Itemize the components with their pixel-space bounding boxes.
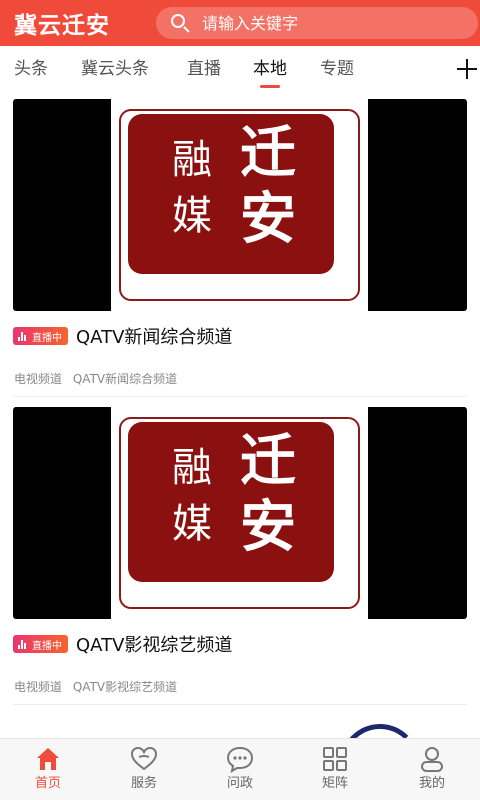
live-bars-icon	[18, 331, 28, 341]
thumbnail-fragment	[340, 724, 420, 738]
logo-char: 媒	[172, 501, 212, 547]
nav-mine[interactable]: 我的	[402, 739, 462, 800]
tab-local[interactable]: 本地	[253, 46, 287, 92]
card-meta: 电视频道 QATV新闻综合频道	[14, 370, 177, 387]
next-card-partial[interactable]	[0, 704, 480, 738]
nav-label: 我的	[418, 776, 445, 791]
user-icon	[418, 745, 446, 773]
logo-char: 安	[240, 495, 296, 560]
plus-icon[interactable]	[456, 58, 478, 80]
live-badge: 直播中	[13, 635, 68, 653]
logo-char: 迁	[240, 429, 296, 494]
tab-topics[interactable]: 专题	[320, 46, 354, 92]
card-title[interactable]: QATV新闻综合频道	[76, 323, 232, 349]
divider	[13, 396, 467, 397]
nav-home[interactable]: 首页	[18, 739, 78, 800]
card-category: 电视频道	[14, 680, 63, 694]
chat-bubble-icon	[226, 745, 254, 774]
nav-label: 问政	[226, 776, 253, 791]
channel-thumbnail[interactable]: 融 媒 迁 安	[13, 407, 467, 619]
card-title[interactable]: QATV影视综艺频道	[76, 631, 232, 657]
ronghui-qianan-logo: 融 媒 迁 安	[111, 99, 368, 311]
search-input[interactable]	[202, 13, 462, 33]
card-source: QATV新闻综合频道	[72, 372, 178, 386]
heart-icon	[130, 745, 158, 773]
live-badge-label: 直播中	[32, 332, 62, 344]
logo-char: 迁	[240, 121, 296, 186]
logo-char: 融	[172, 137, 212, 183]
logo-char: 融	[172, 445, 212, 491]
search-box[interactable]	[156, 7, 478, 39]
search-icon	[168, 11, 192, 35]
live-bars-icon	[18, 639, 28, 649]
tab-toutiao[interactable]: 头条	[14, 46, 48, 92]
live-badge: 直播中	[13, 327, 68, 345]
card-category: 电视频道	[14, 372, 63, 386]
tab-live[interactable]: 直播	[187, 46, 221, 92]
logo-char: 安	[240, 187, 296, 252]
logo-char: 媒	[172, 193, 212, 239]
nav-label: 首页	[34, 776, 61, 791]
channel-thumbnail[interactable]: 融 媒 迁 安	[13, 99, 467, 311]
bottom-nav: 首页 服务 问政 矩阵 我的	[0, 738, 480, 800]
nav-services[interactable]: 服务	[114, 739, 174, 800]
ronghui-qianan-logo: 融 媒 迁 安	[111, 407, 368, 619]
home-icon	[34, 745, 62, 773]
nav-inquiry[interactable]: 问政	[210, 739, 270, 800]
app-header: 冀云迁安	[0, 0, 480, 46]
live-badge-label: 直播中	[32, 640, 62, 652]
nav-label: 服务	[130, 776, 157, 791]
card-source: QATV影视综艺频道	[72, 680, 178, 694]
tab-jiyun-toutiao[interactable]: 冀云头条	[81, 46, 149, 92]
nav-label: 矩阵	[321, 776, 348, 791]
grid-icon	[321, 745, 349, 773]
app-title: 冀云迁安	[14, 13, 110, 39]
nav-matrix[interactable]: 矩阵	[305, 739, 365, 800]
card-meta: 电视频道 QATV影视综艺频道	[14, 678, 177, 695]
channel-tabs: 头条 冀云头条 直播 本地 专题	[0, 46, 480, 92]
